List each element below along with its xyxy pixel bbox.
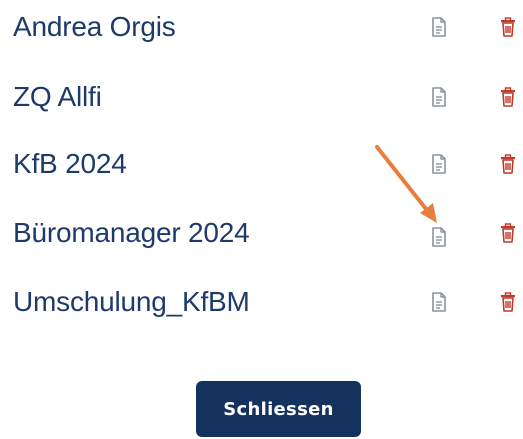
trash-icon[interactable] (497, 290, 519, 314)
document-icon[interactable] (428, 85, 450, 109)
list-item: KfB 2024 (0, 139, 523, 189)
trash-icon[interactable] (497, 152, 519, 176)
list-item-label: Büromanager 2024 (13, 217, 250, 248)
close-button[interactable]: Schliessen (196, 381, 361, 437)
list-item-label: Umschulung_KfBM (13, 286, 250, 317)
list-item: ZQ Allfi (0, 72, 523, 122)
document-icon[interactable] (428, 225, 450, 249)
document-icon[interactable] (428, 15, 450, 39)
trash-icon[interactable] (497, 15, 519, 39)
trash-icon[interactable] (497, 85, 519, 109)
document-icon[interactable] (428, 152, 450, 176)
list-item-label: ZQ Allfi (13, 81, 102, 112)
list-item-label: KfB 2024 (13, 148, 127, 179)
list-item-label: Andrea Orgis (13, 11, 176, 42)
document-icon[interactable] (428, 290, 450, 314)
list-item: Büromanager 2024 (0, 208, 523, 258)
list-item: Andrea Orgis (0, 2, 523, 52)
list-item: Umschulung_KfBM (0, 277, 523, 327)
dialog: Andrea Orgis ZQ Allfi KfB 2024 Büromanag… (0, 0, 523, 439)
trash-icon[interactable] (497, 221, 519, 245)
